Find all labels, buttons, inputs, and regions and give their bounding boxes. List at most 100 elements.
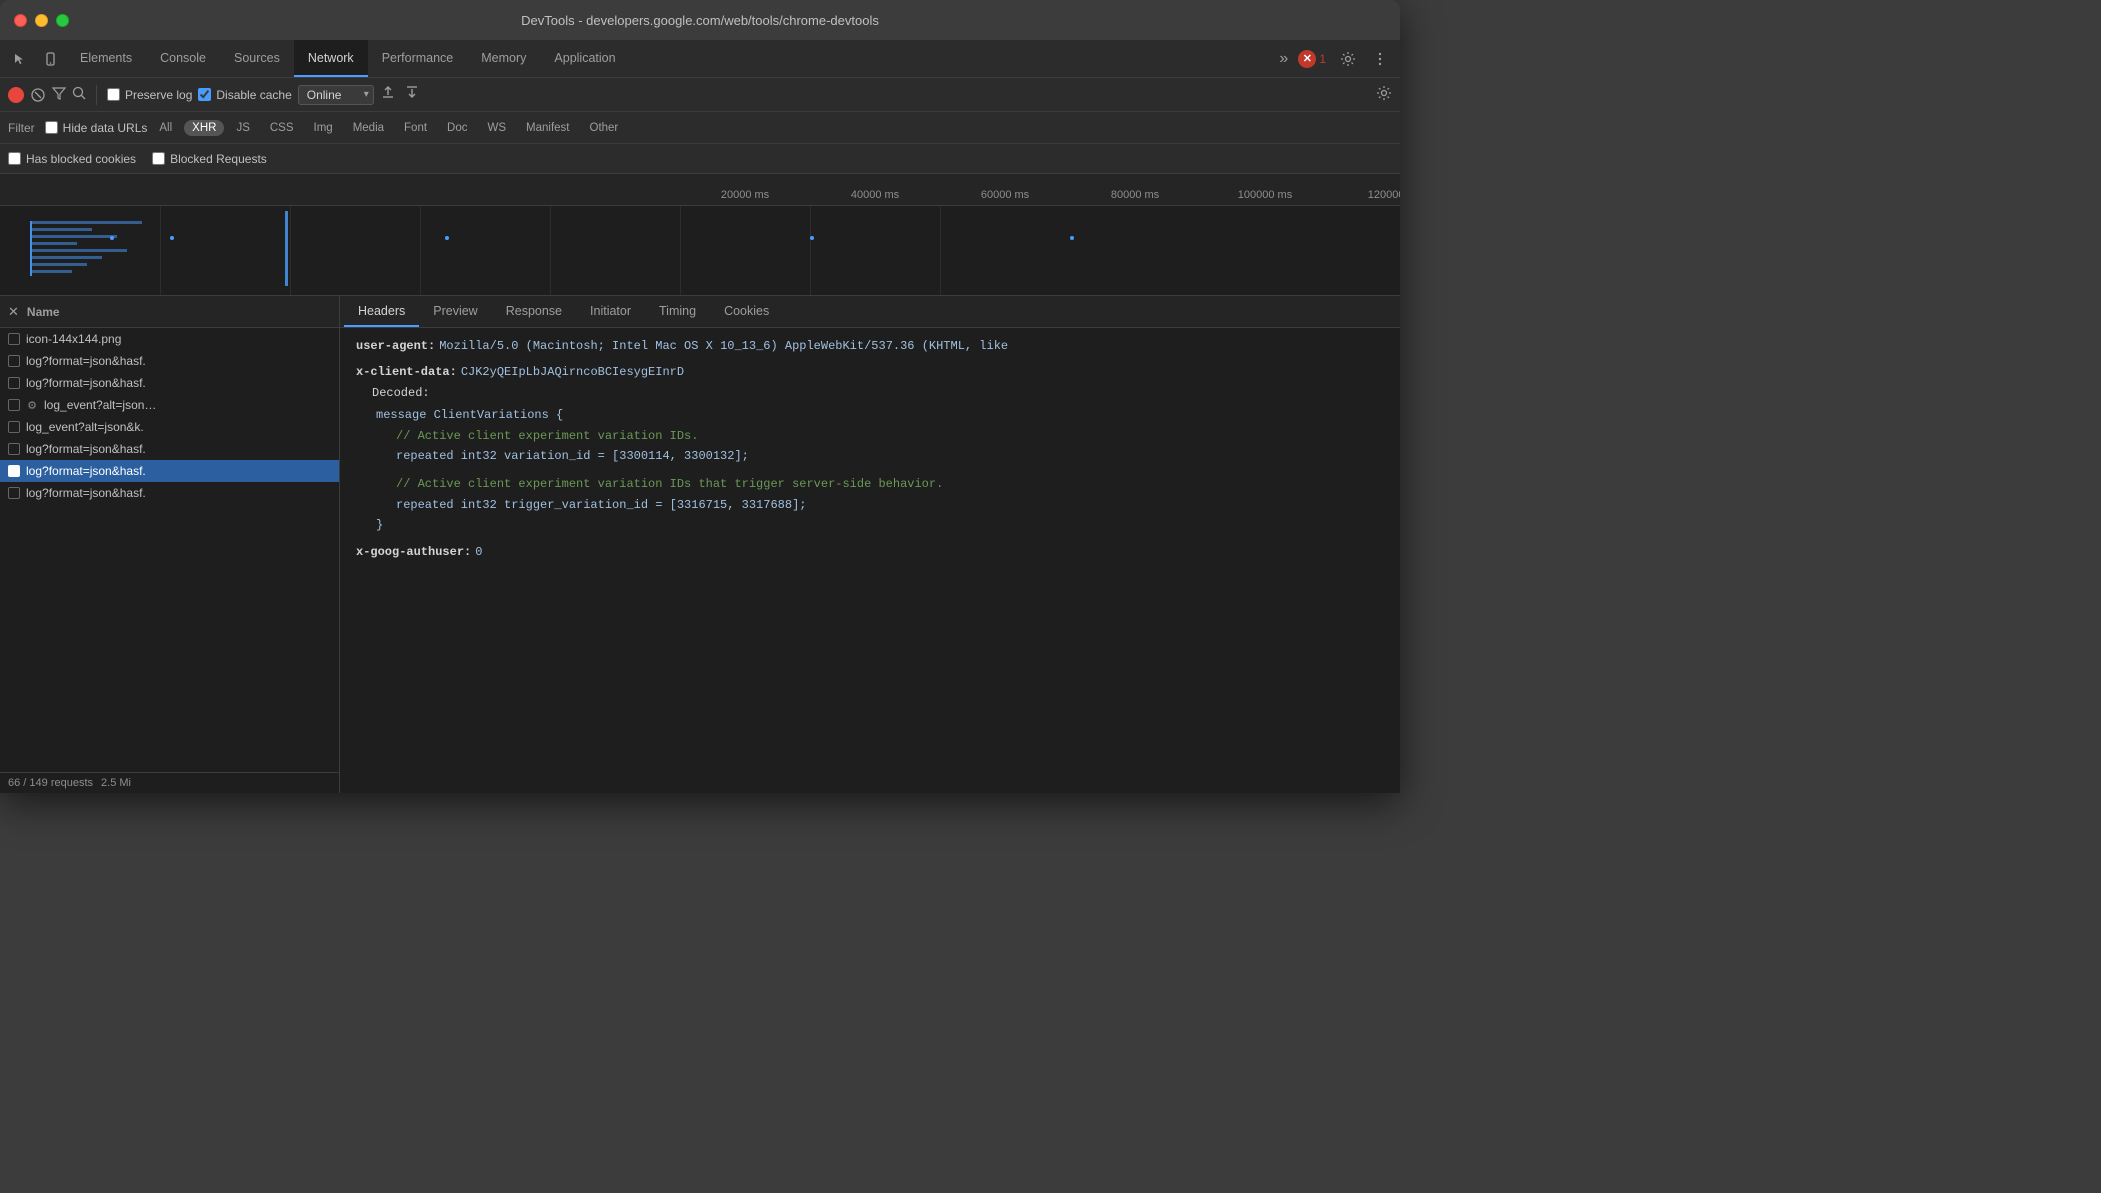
vline-7 (940, 206, 941, 295)
waterfall-track (30, 206, 1400, 295)
list-item[interactable]: log?format=json&hasf. (0, 372, 339, 394)
file-checkbox[interactable] (8, 333, 20, 345)
filter-manifest[interactable]: Manifest (518, 120, 577, 136)
top-toolbar: Elements Console Sources Network Perform… (0, 40, 1400, 78)
tab-elements[interactable]: Elements (66, 40, 146, 77)
tab-memory[interactable]: Memory (467, 40, 540, 77)
timeline-label-120000: 120000 ms (1330, 189, 1400, 201)
filter-other[interactable]: Other (582, 120, 627, 136)
decoded-block: Decoded: message ClientVariations { // A… (372, 383, 1384, 536)
dot-1 (110, 236, 114, 240)
transfer-size: 2.5 Mi (101, 777, 131, 789)
file-list-footer: 66 / 149 requests 2.5 Mi (0, 772, 339, 793)
waterfall-bar-7 (32, 263, 87, 266)
header-value: CJK2yQEIpLbJAQirncoBCIesygEInrD (461, 362, 684, 382)
filter-img[interactable]: Img (306, 120, 341, 136)
blocked-requests-checkbox[interactable]: Blocked Requests (152, 152, 267, 166)
close-panel-icon[interactable]: ✕ (8, 304, 19, 320)
comment-2: // Active client experiment variation ID… (396, 474, 1384, 494)
clear-button[interactable] (30, 87, 46, 103)
tab-timing[interactable]: Timing (645, 296, 710, 327)
list-item[interactable]: ⚙ log_event?alt=json… (0, 394, 339, 416)
file-name: log_event?alt=json… (44, 398, 156, 412)
file-checkbox[interactable] (8, 355, 20, 367)
upload-icon[interactable] (380, 84, 396, 105)
filter-icon[interactable] (52, 86, 66, 103)
list-item-selected[interactable]: log?format=json&hasf. (0, 460, 339, 482)
tab-network[interactable]: Network (294, 40, 368, 77)
filter-js[interactable]: JS (228, 120, 257, 136)
tab-preview[interactable]: Preview (419, 296, 491, 327)
file-checkbox[interactable] (8, 377, 20, 389)
dot-3 (445, 236, 449, 240)
request-count: 66 / 149 requests (8, 777, 93, 789)
header-x-client-data: x-client-data: CJK2yQEIpLbJAQirncoBCIesy… (356, 362, 1384, 382)
tab-initiator[interactable]: Initiator (576, 296, 645, 327)
waterfall-bar-5 (32, 249, 127, 252)
header-key: user-agent: (356, 336, 435, 356)
tab-sources[interactable]: Sources (220, 40, 294, 77)
more-options-icon[interactable] (1366, 45, 1394, 73)
tab-response[interactable]: Response (492, 296, 576, 327)
tab-cookies[interactable]: Cookies (710, 296, 783, 327)
waterfall-bar-1 (32, 221, 142, 224)
timeline-label-20000: 20000 ms (680, 189, 810, 201)
network-settings-icon[interactable] (1376, 85, 1392, 105)
list-item[interactable]: icon-144x144.png (0, 328, 339, 350)
file-checkbox[interactable] (8, 443, 20, 455)
timeline-label-60000: 60000 ms (940, 189, 1070, 201)
file-checkbox[interactable] (8, 399, 20, 411)
vline-2 (290, 206, 291, 295)
repeated-line-1: repeated int32 variation_id = [3300114, … (396, 446, 1384, 466)
preserve-log-checkbox[interactable]: Preserve log (107, 88, 192, 102)
disable-cache-checkbox[interactable]: Disable cache (198, 88, 291, 102)
timeline-header: 20000 ms 40000 ms 60000 ms 80000 ms 1000… (0, 174, 1400, 206)
more-tabs-button[interactable]: » (1271, 50, 1296, 68)
timeline-waterfall (0, 206, 1400, 296)
tab-performance[interactable]: Performance (368, 40, 468, 77)
file-checkbox[interactable] (8, 487, 20, 499)
filter-media[interactable]: Media (345, 120, 392, 136)
filter-ws[interactable]: WS (480, 120, 515, 136)
list-item[interactable]: log?format=json&hasf. (0, 482, 339, 504)
download-icon[interactable] (404, 84, 420, 105)
file-list-col-name: Name (27, 305, 60, 319)
filter-all[interactable]: All (151, 120, 180, 136)
hide-data-urls-checkbox[interactable]: Hide data URLs (45, 121, 148, 135)
settings-icon[interactable] (1334, 45, 1362, 73)
file-name: log_event?alt=json&k. (26, 420, 144, 434)
dot-5 (1070, 236, 1074, 240)
list-item[interactable]: log_event?alt=json&k. (0, 416, 339, 438)
file-checkbox[interactable] (8, 421, 20, 433)
window-title: DevTools - developers.google.com/web/too… (521, 13, 879, 28)
dot-4 (810, 236, 814, 240)
maximize-button[interactable] (56, 14, 69, 27)
devtools-container: Elements Console Sources Network Perform… (0, 40, 1400, 793)
throttle-select[interactable]: Online Fast 3G Slow 3G Offline (298, 85, 374, 105)
list-item[interactable]: log?format=json&hasf. (0, 350, 339, 372)
filter-xhr[interactable]: XHR (184, 120, 224, 136)
title-bar: DevTools - developers.google.com/web/too… (0, 0, 1400, 40)
tab-console[interactable]: Console (146, 40, 220, 77)
filter-doc[interactable]: Doc (439, 120, 475, 136)
filter-css[interactable]: CSS (262, 120, 302, 136)
decoded-label: Decoded: (372, 383, 1384, 403)
network-toolbar: Preserve log Disable cache Online Fast 3… (0, 78, 1400, 112)
vline-1 (160, 206, 161, 295)
close-button[interactable] (14, 14, 27, 27)
detail-content[interactable]: user-agent: Mozilla/5.0 (Macintosh; Inte… (340, 328, 1400, 793)
has-blocked-cookies-checkbox[interactable]: Has blocked cookies (8, 152, 136, 166)
tab-application[interactable]: Application (540, 40, 629, 77)
list-item[interactable]: log?format=json&hasf. (0, 438, 339, 460)
message-line: message ClientVariations { (376, 405, 1384, 425)
record-button[interactable] (8, 87, 24, 103)
file-checkbox[interactable] (8, 465, 20, 477)
minimize-button[interactable] (35, 14, 48, 27)
tab-headers[interactable]: Headers (344, 296, 419, 327)
mobile-icon[interactable] (36, 45, 64, 73)
search-icon[interactable] (72, 86, 86, 103)
cursor-icon[interactable] (6, 45, 34, 73)
detail-tabs: Headers Preview Response Initiator Timin… (340, 296, 1400, 328)
filter-font[interactable]: Font (396, 120, 435, 136)
traffic-lights (14, 14, 69, 27)
